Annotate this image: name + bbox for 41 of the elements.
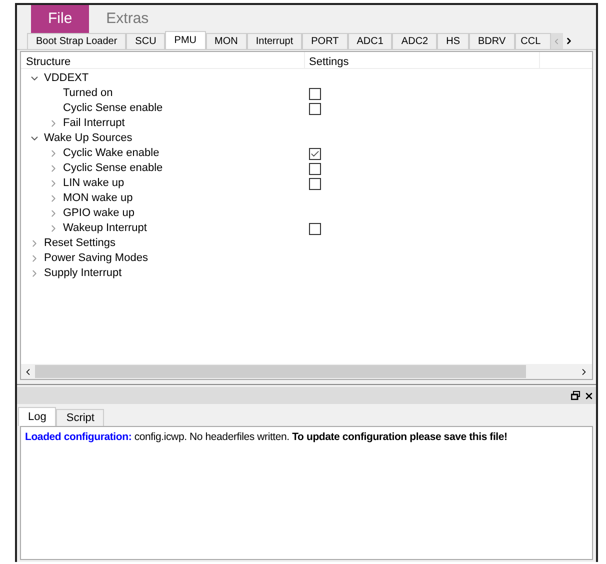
tree-item[interactable]: Cyclic Wake enable [63,145,160,162]
menu-item[interactable]: Extras [89,5,166,33]
tab[interactable]: HS [437,33,470,49]
checkbox[interactable] [309,162,321,174]
tree-item[interactable]: Cyclic Sense enable [63,160,163,177]
tab[interactable]: Script [56,409,104,426]
tab[interactable]: Boot Strap Loader [27,33,126,49]
tab[interactable]: Log [18,407,56,426]
tree-item[interactable]: Reset Settings [44,235,116,252]
tab[interactable]: MON [206,33,247,49]
column-header: Settings [305,52,540,68]
close-icon[interactable] [584,390,594,400]
tree-item[interactable]: Supply Interrupt [44,265,122,282]
tree-item[interactable]: LIN wake up [63,175,124,192]
horizontal-scrollbar[interactable] [21,364,592,379]
tree-item[interactable]: Turned on [63,85,113,102]
tree-item[interactable]: Cyclic Sense enable [63,100,163,117]
log-message: Loaded configuration: config.icwp. No headerfiles written. To update configuration please save this file! [25,430,508,445]
checkbox[interactable] [309,88,321,100]
tab[interactable]: ADC1 [348,33,392,49]
tree-item[interactable]: MON wake up [63,190,133,207]
tab[interactable]: ADC2 [392,33,438,49]
checkbox[interactable] [309,178,321,190]
tree-item[interactable]: Power Saving Modes [44,250,148,267]
checkbox[interactable] [309,222,321,234]
tree-item[interactable]: Wakeup Interrupt [63,220,147,237]
tab[interactable]: PORT [302,33,348,49]
tab[interactable]: SCU [126,33,166,49]
tab[interactable]: BDRV [469,33,515,49]
tree-item[interactable]: Wake Up Sources [44,130,132,147]
column-header: Structure [21,52,305,68]
checkbox[interactable] [309,102,321,114]
restore-icon[interactable] [571,391,580,400]
tree-item[interactable]: VDDEXT [44,70,89,87]
checkbox[interactable] [309,148,321,160]
tab[interactable]: CCL [514,33,551,49]
tree-item[interactable]: GPIO wake up [63,205,135,222]
menu-item[interactable]: File [31,5,90,33]
tree-item[interactable]: Fail Interrupt [63,115,125,132]
tab[interactable]: Interrupt [246,33,302,49]
tab[interactable]: PMU [165,31,206,49]
